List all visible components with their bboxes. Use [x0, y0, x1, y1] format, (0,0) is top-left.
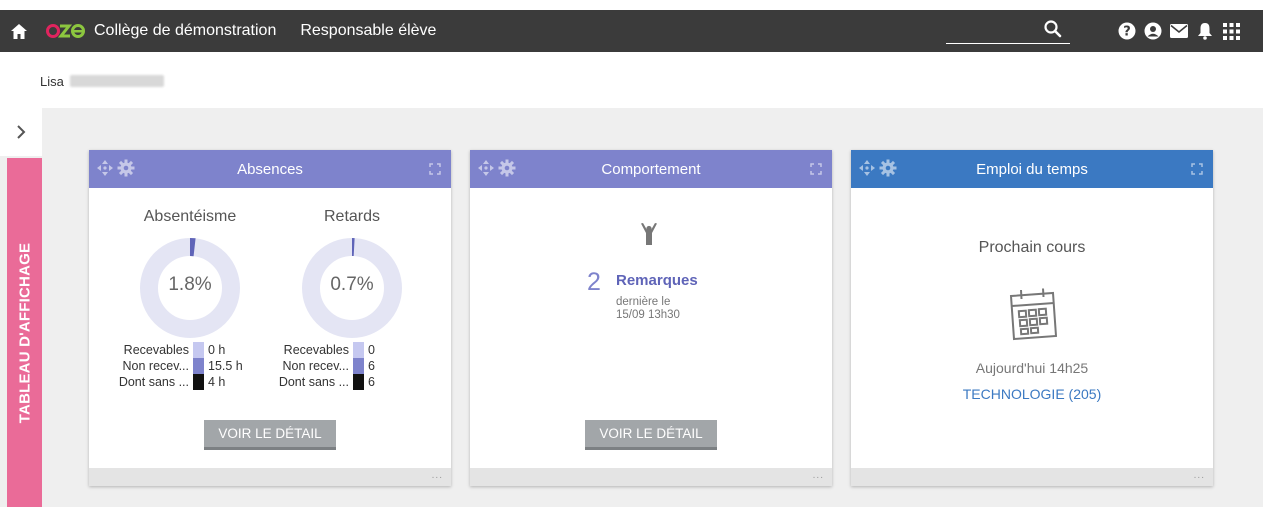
- expand-icon[interactable]: [429, 162, 441, 180]
- more-options-icon[interactable]: ...: [1194, 470, 1205, 481]
- legend-value: 15.5 h: [208, 359, 243, 373]
- widget-footer: ...: [470, 468, 832, 486]
- legend-value: 0 h: [208, 343, 226, 357]
- bell-icon[interactable]: [1196, 22, 1214, 40]
- expand-icon[interactable]: [1191, 162, 1203, 180]
- legend-row: Recevables 0: [269, 342, 375, 358]
- gear-icon[interactable]: [879, 159, 897, 182]
- user-icon[interactable]: [1144, 22, 1162, 40]
- top-navbar: Collège de démonstration Responsable élè…: [0, 10, 1263, 52]
- widget-footer: ...: [89, 468, 451, 486]
- side-tab-label: TABLEAU D'AFFICHAGE: [16, 242, 33, 423]
- legend-value: 6: [368, 359, 375, 373]
- gear-icon[interactable]: [498, 159, 516, 182]
- sidebar-toggle-button[interactable]: [0, 108, 42, 156]
- widget-title: Comportement: [601, 160, 701, 178]
- more-options-icon[interactable]: ...: [432, 470, 443, 481]
- last-remark-date: dernière le 15/09 13h30: [616, 296, 680, 322]
- legend-label: Non recev...: [282, 359, 349, 373]
- legend-swatch: [353, 342, 364, 358]
- move-icon[interactable]: [96, 159, 114, 182]
- home-icon[interactable]: [0, 10, 38, 52]
- more-options-icon[interactable]: ...: [813, 470, 824, 481]
- search-input[interactable]: [946, 18, 1070, 44]
- oze-logo[interactable]: [38, 10, 94, 52]
- lateness-legend: Recevables 0 Non recev... 6 Dont sans ..…: [269, 342, 375, 390]
- absences-widget: Absences Absentéisme 1.8% Retards 0.7% R…: [89, 150, 451, 486]
- absenteeism-legend: Recevables 0 h Non recev... 15.5 h Dont …: [109, 342, 243, 390]
- legend-row: Non recev... 6: [269, 358, 375, 374]
- move-icon[interactable]: [858, 159, 876, 182]
- legend-row: Recevables 0 h: [109, 342, 243, 358]
- legend-swatch: [353, 358, 364, 374]
- mail-icon[interactable]: [1170, 22, 1188, 40]
- legend-swatch: [193, 374, 204, 390]
- chevron-right-icon: [17, 125, 26, 139]
- date-line: 15/09 13h30: [616, 309, 680, 321]
- behavior-widget: Comportement 2 Remarques dernière le 15/…: [470, 150, 832, 486]
- gauge-title: Retards: [323, 208, 381, 225]
- widget-title: Emploi du temps: [976, 160, 1088, 178]
- next-class-course-link[interactable]: TECHNOLOGIE (205): [851, 386, 1213, 402]
- user-role[interactable]: Responsable élève: [300, 22, 436, 40]
- move-icon[interactable]: [477, 159, 495, 182]
- legend-value: 4 h: [208, 375, 226, 389]
- dashboard-area: TABLEAU D'AFFICHAGE Absences Absentéisme: [0, 108, 1263, 507]
- legend-row: Non recev... 15.5 h: [109, 358, 243, 374]
- legend-value: 6: [368, 375, 375, 389]
- next-class-time: Aujourd'hui 14h25: [975, 360, 1089, 376]
- student-first-name: Lisa: [40, 74, 64, 89]
- widget-title: Absences: [237, 160, 303, 178]
- dashboard-side-tab[interactable]: TABLEAU D'AFFICHAGE: [7, 158, 42, 507]
- user-bar: Lisa: [0, 52, 1263, 108]
- expand-icon[interactable]: [810, 162, 822, 180]
- widget-header: Absences: [89, 150, 451, 188]
- help-icon[interactable]: ?: [1118, 22, 1136, 40]
- view-detail-button[interactable]: VOIR LE DÉTAIL: [204, 420, 336, 450]
- legend-label: Recevables: [283, 343, 349, 357]
- widget-header: Comportement: [470, 150, 832, 188]
- gauge-title: Absentéisme: [143, 208, 237, 225]
- view-detail-button[interactable]: VOIR LE DÉTAIL: [585, 420, 717, 450]
- school-name[interactable]: Collège de démonstration: [94, 22, 276, 40]
- legend-label: Dont sans ...: [278, 375, 349, 389]
- schedule-widget: Emploi du temps Prochain cours Aujourd'h…: [851, 150, 1213, 486]
- svg-text:?: ?: [1123, 25, 1131, 40]
- absenteeism-gauge: Absentéisme 1.8%: [130, 208, 250, 338]
- legend-value: 0: [368, 343, 375, 357]
- legend-row: Dont sans ... 6: [269, 374, 375, 390]
- legend-label: Dont sans ...: [118, 375, 189, 389]
- legend-swatch: [353, 374, 364, 390]
- legend-swatch: [193, 342, 204, 358]
- remarks-count[interactable]: 2: [587, 268, 601, 297]
- student-last-name-redacted: [70, 75, 164, 87]
- lateness-gauge: Retards 0.7%: [292, 208, 412, 338]
- legend-label: Recevables: [123, 343, 189, 357]
- search-icon[interactable]: [1044, 20, 1062, 43]
- widget-header: Emploi du temps: [851, 150, 1213, 188]
- gauge-value: 0.7%: [330, 274, 374, 295]
- legend-swatch: [193, 358, 204, 374]
- next-class-title: Prochain cours: [978, 239, 1086, 256]
- legend-label: Non recev...: [122, 359, 189, 373]
- person-arms-up-icon: [640, 222, 658, 251]
- gear-icon[interactable]: [117, 159, 135, 182]
- widget-footer: ...: [851, 468, 1213, 486]
- calendar-icon: [1002, 284, 1062, 349]
- legend-row: Dont sans ... 4 h: [109, 374, 243, 390]
- gauge-value: 1.8%: [168, 274, 212, 295]
- date-line: dernière le: [616, 296, 671, 308]
- apps-icon[interactable]: [1222, 22, 1240, 40]
- remarks-label[interactable]: Remarques: [616, 272, 698, 289]
